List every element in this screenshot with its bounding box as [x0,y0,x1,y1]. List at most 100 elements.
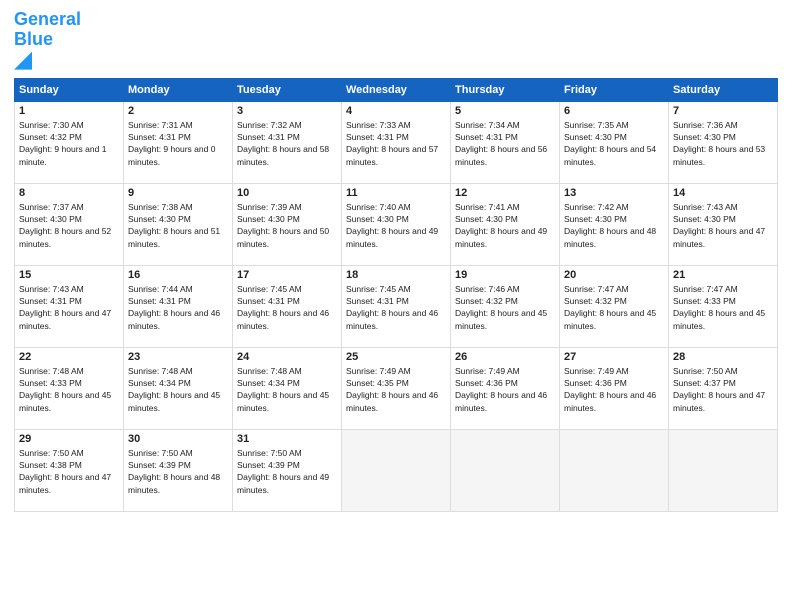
calendar-week-row: 8 Sunrise: 7:37 AM Sunset: 4:30 PM Dayli… [15,183,778,265]
day-number: 18 [346,269,446,281]
day-number: 5 [455,105,555,117]
day-of-week-header: Friday [560,78,669,101]
calendar-day-cell: 12 Sunrise: 7:41 AM Sunset: 4:30 PM Dayl… [451,183,560,265]
day-of-week-header: Monday [124,78,233,101]
day-of-week-header: Wednesday [342,78,451,101]
sunset-label: Sunset: 4:33 PM [19,378,82,388]
sunrise-label: Sunrise: 7:47 AM [564,284,629,294]
day-info: Sunrise: 7:48 AM Sunset: 4:33 PM Dayligh… [19,365,119,414]
sunset-label: Sunset: 4:34 PM [237,378,300,388]
sunset-label: Sunset: 4:31 PM [128,132,191,142]
day-of-week-header: Tuesday [233,78,342,101]
day-number: 22 [19,351,119,363]
day-of-week-header: Thursday [451,78,560,101]
calendar-day-cell: 31 Sunrise: 7:50 AM Sunset: 4:39 PM Dayl… [233,429,342,511]
day-number: 10 [237,187,337,199]
daylight-label: Daylight: 8 hours and 48 minutes. [564,226,656,248]
daylight-label: Daylight: 8 hours and 45 minutes. [128,390,220,412]
calendar-day-cell: 20 Sunrise: 7:47 AM Sunset: 4:32 PM Dayl… [560,265,669,347]
day-number: 27 [564,351,664,363]
day-number: 24 [237,351,337,363]
day-number: 20 [564,269,664,281]
sunset-label: Sunset: 4:39 PM [128,460,191,470]
daylight-label: Daylight: 8 hours and 47 minutes. [19,308,111,330]
calendar-day-cell: 11 Sunrise: 7:40 AM Sunset: 4:30 PM Dayl… [342,183,451,265]
sunrise-label: Sunrise: 7:48 AM [128,366,193,376]
daylight-label: Daylight: 8 hours and 56 minutes. [455,144,547,166]
day-info: Sunrise: 7:47 AM Sunset: 4:33 PM Dayligh… [673,283,773,332]
day-info: Sunrise: 7:50 AM Sunset: 4:39 PM Dayligh… [128,447,228,496]
calendar-day-cell: 25 Sunrise: 7:49 AM Sunset: 4:35 PM Dayl… [342,347,451,429]
daylight-label: Daylight: 8 hours and 45 minutes. [455,308,547,330]
daylight-label: Daylight: 8 hours and 49 minutes. [346,226,438,248]
sunrise-label: Sunrise: 7:49 AM [346,366,411,376]
calendar-body: 1 Sunrise: 7:30 AM Sunset: 4:32 PM Dayli… [15,101,778,511]
day-number: 12 [455,187,555,199]
sunrise-label: Sunrise: 7:48 AM [19,366,84,376]
calendar-day-cell: 18 Sunrise: 7:45 AM Sunset: 4:31 PM Dayl… [342,265,451,347]
sunset-label: Sunset: 4:30 PM [673,132,736,142]
daylight-label: Daylight: 8 hours and 52 minutes. [19,226,111,248]
page-container: General Blue SundayMondayTuesdayWednesda… [0,0,792,518]
day-info: Sunrise: 7:49 AM Sunset: 4:36 PM Dayligh… [564,365,664,414]
daylight-label: Daylight: 8 hours and 48 minutes. [128,472,220,494]
daylight-label: Daylight: 8 hours and 49 minutes. [237,472,329,494]
calendar-day-cell: 14 Sunrise: 7:43 AM Sunset: 4:30 PM Dayl… [669,183,778,265]
day-number: 17 [237,269,337,281]
sunset-label: Sunset: 4:34 PM [128,378,191,388]
daylight-label: Daylight: 8 hours and 53 minutes. [673,144,765,166]
sunrise-label: Sunrise: 7:31 AM [128,120,193,130]
sunrise-label: Sunrise: 7:35 AM [564,120,629,130]
logo-blue: Blue [14,29,53,49]
daylight-label: Daylight: 8 hours and 46 minutes. [564,390,656,412]
day-number: 4 [346,105,446,117]
daylight-label: Daylight: 8 hours and 50 minutes. [237,226,329,248]
calendar-day-cell: 13 Sunrise: 7:42 AM Sunset: 4:30 PM Dayl… [560,183,669,265]
sunset-label: Sunset: 4:30 PM [128,214,191,224]
calendar-day-cell: 24 Sunrise: 7:48 AM Sunset: 4:34 PM Dayl… [233,347,342,429]
daylight-label: Daylight: 9 hours and 1 minute. [19,144,106,166]
day-info: Sunrise: 7:43 AM Sunset: 4:31 PM Dayligh… [19,283,119,332]
logo-general: General [14,9,81,29]
day-info: Sunrise: 7:30 AM Sunset: 4:32 PM Dayligh… [19,119,119,168]
day-number: 14 [673,187,773,199]
sunrise-label: Sunrise: 7:46 AM [455,284,520,294]
sunrise-label: Sunrise: 7:42 AM [564,202,629,212]
sunrise-label: Sunrise: 7:34 AM [455,120,520,130]
sunset-label: Sunset: 4:31 PM [128,296,191,306]
day-number: 7 [673,105,773,117]
day-info: Sunrise: 7:44 AM Sunset: 4:31 PM Dayligh… [128,283,228,332]
calendar-week-row: 15 Sunrise: 7:43 AM Sunset: 4:31 PM Dayl… [15,265,778,347]
sunrise-label: Sunrise: 7:47 AM [673,284,738,294]
sunset-label: Sunset: 4:36 PM [455,378,518,388]
calendar-day-cell: 23 Sunrise: 7:48 AM Sunset: 4:34 PM Dayl… [124,347,233,429]
day-info: Sunrise: 7:33 AM Sunset: 4:31 PM Dayligh… [346,119,446,168]
day-number: 26 [455,351,555,363]
daylight-label: Daylight: 8 hours and 45 minutes. [19,390,111,412]
sunset-label: Sunset: 4:31 PM [19,296,82,306]
sunrise-label: Sunrise: 7:43 AM [673,202,738,212]
daylight-label: Daylight: 8 hours and 45 minutes. [237,390,329,412]
calendar-day-cell: 16 Sunrise: 7:44 AM Sunset: 4:31 PM Dayl… [124,265,233,347]
calendar-day-cell: 1 Sunrise: 7:30 AM Sunset: 4:32 PM Dayli… [15,101,124,183]
sunset-label: Sunset: 4:33 PM [673,296,736,306]
sunset-label: Sunset: 4:30 PM [673,214,736,224]
sunset-label: Sunset: 4:31 PM [237,132,300,142]
day-info: Sunrise: 7:47 AM Sunset: 4:32 PM Dayligh… [564,283,664,332]
day-info: Sunrise: 7:48 AM Sunset: 4:34 PM Dayligh… [237,365,337,414]
daylight-label: Daylight: 8 hours and 57 minutes. [346,144,438,166]
day-info: Sunrise: 7:50 AM Sunset: 4:37 PM Dayligh… [673,365,773,414]
calendar-day-cell: 9 Sunrise: 7:38 AM Sunset: 4:30 PM Dayli… [124,183,233,265]
daylight-label: Daylight: 8 hours and 51 minutes. [128,226,220,248]
daylight-label: Daylight: 8 hours and 47 minutes. [673,390,765,412]
day-number: 13 [564,187,664,199]
calendar-day-cell: 2 Sunrise: 7:31 AM Sunset: 4:31 PM Dayli… [124,101,233,183]
sunrise-label: Sunrise: 7:45 AM [346,284,411,294]
sunset-label: Sunset: 4:38 PM [19,460,82,470]
day-info: Sunrise: 7:46 AM Sunset: 4:32 PM Dayligh… [455,283,555,332]
daylight-label: Daylight: 8 hours and 58 minutes. [237,144,329,166]
day-number: 19 [455,269,555,281]
calendar-day-cell: 19 Sunrise: 7:46 AM Sunset: 4:32 PM Dayl… [451,265,560,347]
sunset-label: Sunset: 4:30 PM [564,132,627,142]
daylight-label: Daylight: 8 hours and 54 minutes. [564,144,656,166]
